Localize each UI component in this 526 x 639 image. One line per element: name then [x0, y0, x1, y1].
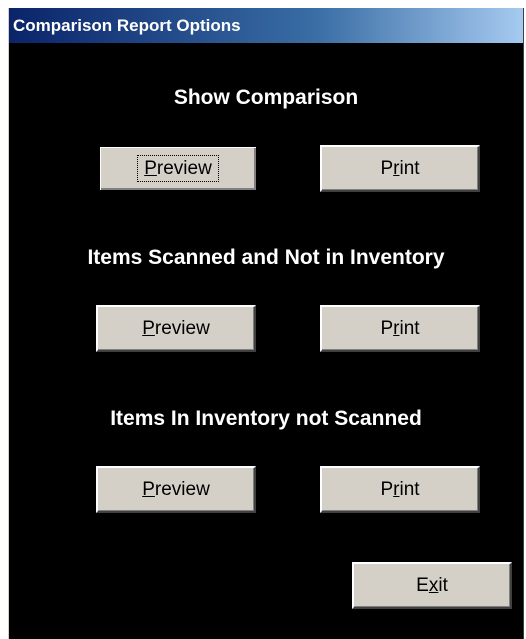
items-scanned-print-button[interactable]: Print [320, 305, 480, 352]
window-title: Comparison Report Options [13, 16, 241, 35]
show-comparison-print-button[interactable]: Print [320, 145, 480, 192]
exit-button[interactable]: Exit [352, 562, 512, 609]
items-in-inventory-print-button[interactable]: Print [320, 466, 480, 513]
show-comparison-preview-button[interactable]: Preview [98, 145, 258, 192]
items-in-inventory-not-scanned-heading: Items In Inventory not Scanned [110, 407, 422, 430]
items-in-inventory-preview-button[interactable]: Preview [96, 466, 256, 513]
show-comparison-heading: Show Comparison [173, 86, 359, 109]
window-title-bar[interactable]: Comparison Report Options [9, 8, 523, 43]
items-scanned-preview-button[interactable]: Preview [96, 305, 256, 352]
items-scanned-not-in-inventory-heading: Items Scanned and Not in Inventory [87, 246, 445, 269]
comparison-report-options-window: Comparison Report Options Show Compariso… [8, 8, 524, 639]
